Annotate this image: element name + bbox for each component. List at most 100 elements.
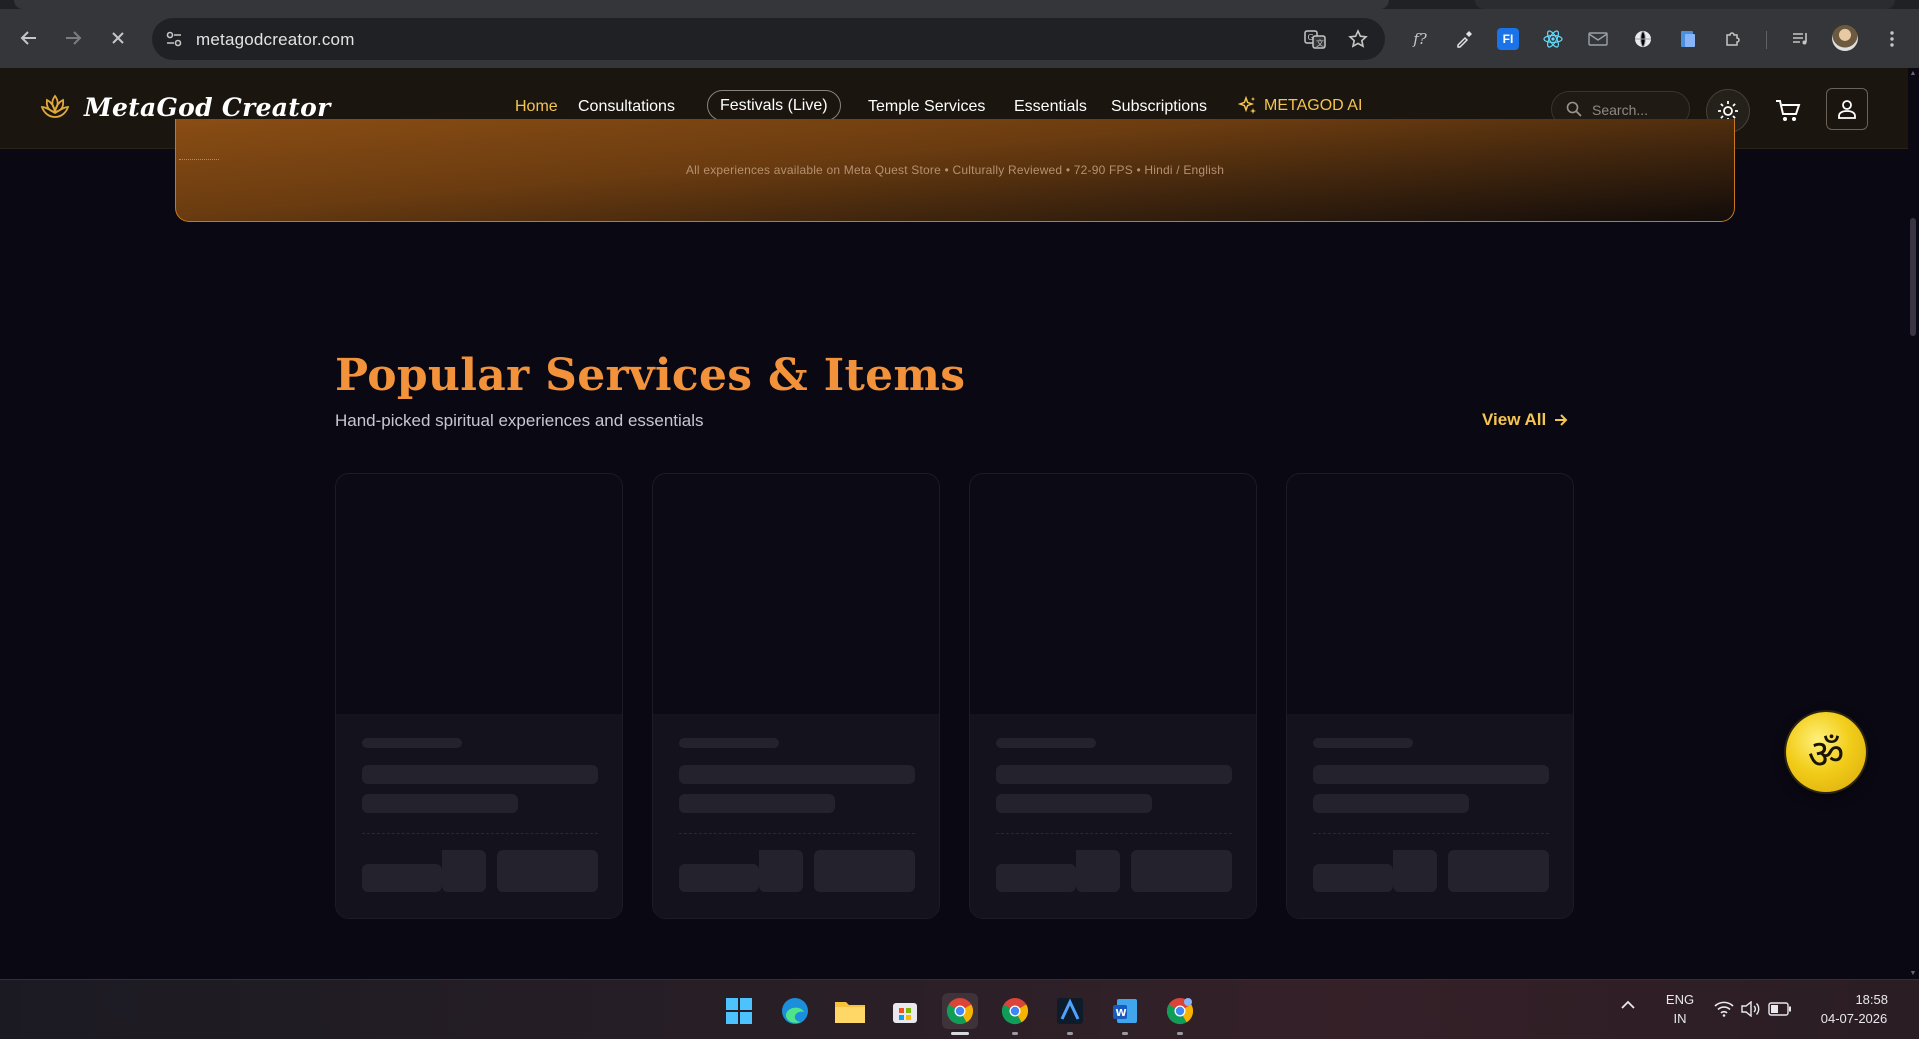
windows-start-icon[interactable] [721,993,757,1029]
word-icon[interactable]: W [1107,993,1143,1029]
toolbar-separator [1766,31,1767,49]
chrome-profile-icon[interactable] [1162,993,1198,1029]
scroll-up-icon[interactable]: ▲ [1909,70,1917,78]
running-indicator [1012,1032,1018,1035]
globe-icon[interactable] [1631,27,1655,51]
edge-icon[interactable] [777,993,813,1029]
file-explorer-icon[interactable] [832,993,868,1029]
mail-icon[interactable] [1586,27,1610,51]
chrome-icon[interactable] [942,993,978,1029]
account-button[interactable] [1826,88,1868,130]
nav-consultations[interactable]: Consultations [578,98,675,116]
eyedropper-icon[interactable] [1452,27,1476,51]
file-icon[interactable] [1676,27,1700,51]
skeleton-button [814,850,915,892]
wifi-icon[interactable] [1714,1001,1734,1020]
back-icon[interactable] [14,23,44,53]
battery-icon[interactable] [1768,1002,1792,1019]
fi-extension-icon[interactable]: FI [1496,27,1520,51]
skeleton-button [497,850,598,892]
skeleton-price [996,864,1076,892]
skeleton-title [1313,765,1549,784]
input-language[interactable]: ENG IN [1660,992,1700,1026]
svg-text:G: G [1308,33,1314,42]
vector-app-icon[interactable] [1052,993,1088,1029]
skeleton-price [679,864,759,892]
chrome-icon[interactable] [997,993,1033,1029]
nav-essentials[interactable]: Essentials [1014,98,1087,116]
skeleton-price-tag [1076,850,1120,892]
skeleton-subtitle [1313,794,1469,813]
card-divider [679,833,915,834]
browser-toolbar: metagodcreator.com G文 f? FI [0,9,1919,68]
search-input[interactable] [1592,100,1682,120]
nav-home[interactable]: Home [515,98,558,116]
scrollbar-thumb[interactable] [1910,218,1916,336]
skeleton-category [996,738,1096,748]
nav-subscriptions[interactable]: Subscriptions [1111,98,1207,116]
skeleton-category [1313,738,1413,748]
banner-disclaimer: All experiences available on Meta Quest … [685,163,1225,177]
react-devtools-icon[interactable] [1541,27,1565,51]
nav-festivals-live[interactable]: Festivals (Live) [707,90,841,121]
skeleton-price [1313,864,1393,892]
vr-banner: All experiences available on Meta Quest … [175,119,1735,222]
site-settings-icon[interactable] [164,29,184,49]
media-queue-icon[interactable] [1789,27,1813,51]
om-chat-button[interactable]: ॐ [1786,712,1866,792]
microsoft-store-icon[interactable] [887,993,923,1029]
show-hidden-icons-icon[interactable] [1620,998,1636,1013]
arrow-right-icon [1555,414,1568,426]
nav-metagod-ai[interactable]: METAGOD AI [1238,96,1362,116]
volume-icon[interactable] [1741,1000,1761,1020]
section-subtitle: Hand-picked spiritual experiences and es… [335,411,704,430]
card-divider [996,833,1232,834]
skeleton-category [362,738,462,748]
windows-taskbar: W ENG IN 18:58 04-07-2026 [0,979,1919,1039]
skeleton-subtitle [679,794,835,813]
product-card-skeleton[interactable] [652,473,940,919]
skeleton-subtitle [996,794,1152,813]
running-indicator [1067,1032,1073,1035]
view-all-link[interactable]: View All [1482,410,1568,430]
inactive-tab[interactable] [1475,0,1895,9]
skeleton-price [362,864,442,892]
sparkles-icon [1238,96,1256,114]
extensions-puzzle-icon[interactable] [1721,27,1745,51]
skeleton-price-tag [759,850,803,892]
product-card-skeleton[interactable] [335,473,623,919]
system-tray: ENG IN 18:58 04-07-2026 [1620,980,1919,1039]
card-image-placeholder [653,474,939,714]
om-icon: ॐ [1807,731,1845,778]
product-card-skeleton[interactable] [1286,473,1574,919]
banner-divider [179,159,219,160]
nav-temple-services[interactable]: Temple Services [868,98,985,116]
skeleton-button [1131,850,1232,892]
translate-icon[interactable]: G文 [1304,28,1326,50]
card-image-placeholder [1287,474,1573,714]
skeleton-category [679,738,779,748]
address-bar[interactable]: metagodcreator.com G文 [152,18,1385,60]
scroll-down-icon[interactable]: ▼ [1909,970,1917,978]
section-title: Popular Services & Items [335,350,966,401]
tab-strip [0,0,1919,9]
language-code: ENG [1665,992,1695,1007]
card-divider [1313,833,1549,834]
clock[interactable]: 18:58 04-07-2026 [1812,992,1896,1026]
product-card-skeleton[interactable] [969,473,1257,919]
stop-loading-icon[interactable] [103,23,133,53]
page-scrollbar[interactable] [1908,68,1919,979]
browser-menu-icon[interactable] [1880,27,1904,51]
profile-avatar[interactable] [1832,25,1858,51]
search-icon [1566,101,1582,117]
active-tab[interactable] [14,0,1389,9]
card-image-placeholder [336,474,622,714]
cart-button[interactable] [1772,96,1804,126]
font-finder-icon[interactable]: f? [1408,27,1432,51]
url-text[interactable]: metagodcreator.com [196,30,355,50]
user-icon [1838,100,1856,119]
skeleton-title [679,765,915,784]
bookmark-star-icon[interactable] [1347,28,1369,50]
skeleton-price-tag [442,850,486,892]
forward-icon[interactable] [58,23,88,53]
